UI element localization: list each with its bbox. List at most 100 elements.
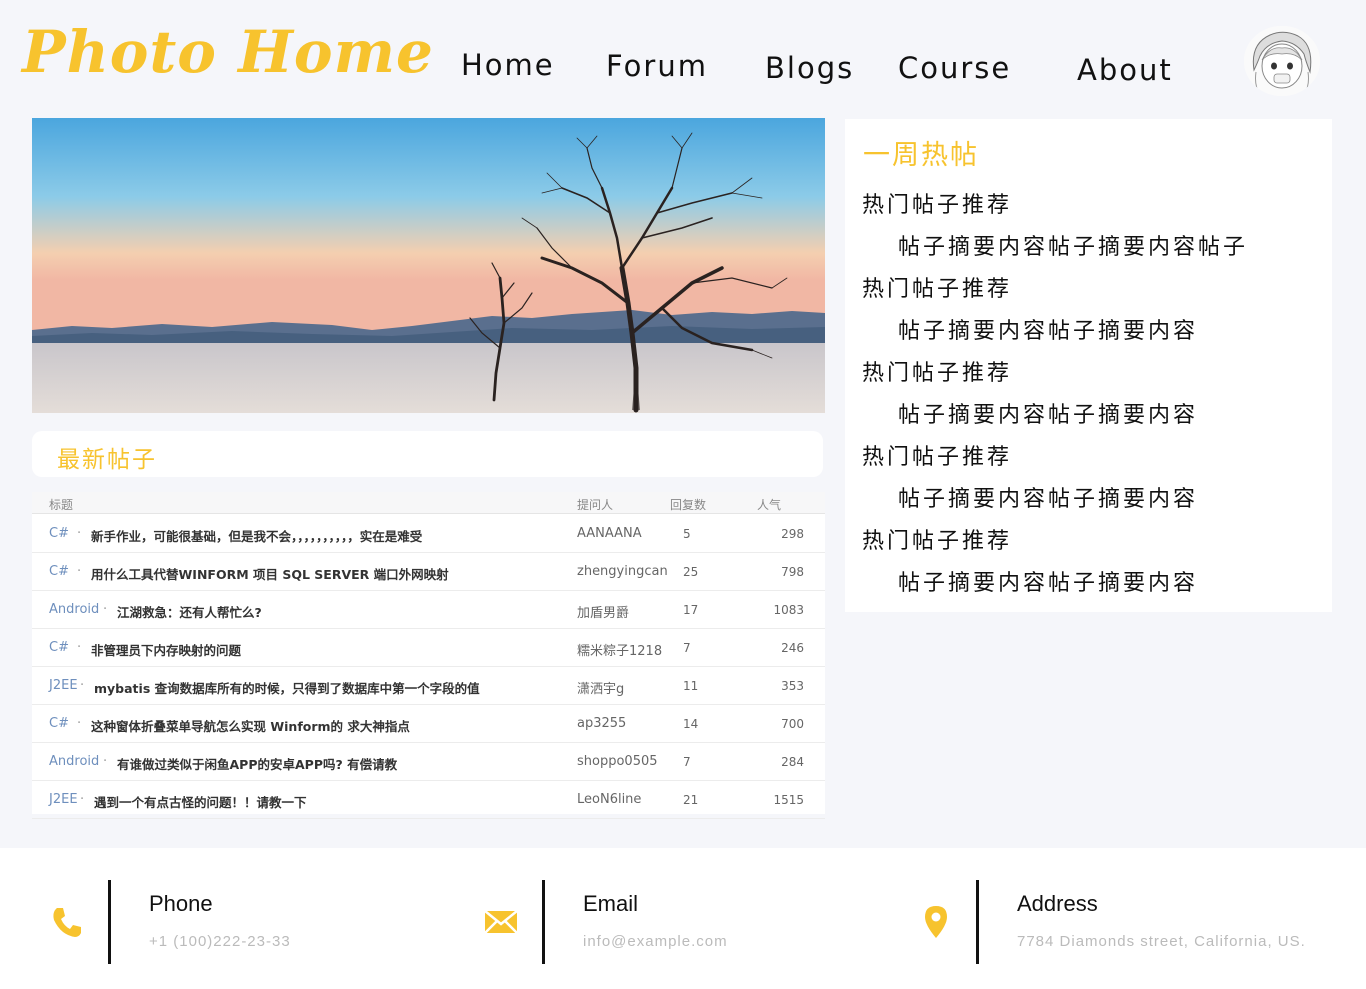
row-separator: · <box>77 564 82 579</box>
row-title[interactable]: 用什么工具代替WINFORM 项目 SQL SERVER 端口外网映射 <box>91 564 449 583</box>
phone-label: Phone <box>149 891 213 916</box>
col-replies: 回复数 <box>670 498 707 512</box>
row-separator: · <box>80 678 85 693</box>
hot-post-summary: 帖子摘要内容帖子摘要内容 <box>898 403 1199 428</box>
hot-post-heading[interactable]: 热门帖子推荐 <box>862 271 1012 303</box>
row-popularity: 298 <box>781 527 804 541</box>
row-popularity: 246 <box>781 641 804 655</box>
user-avatar[interactable] <box>1244 26 1320 96</box>
email-label: Email <box>583 891 639 916</box>
row-separator: · <box>77 716 82 731</box>
row-author[interactable]: 加盾男爵 <box>577 602 629 621</box>
row-popularity: 798 <box>781 565 804 579</box>
row-author[interactable]: LeoN6line <box>577 792 641 807</box>
row-author[interactable]: 糯米粽子1218 <box>577 640 662 659</box>
row-author[interactable]: zhengyingcan <box>577 564 668 579</box>
row-separator: · <box>77 640 82 655</box>
nav-course[interactable]: Course <box>898 51 1011 85</box>
address-value: 7784 Diamonds street, California, US. <box>1017 933 1306 950</box>
hot-posts-panel: 一周热帖 热门帖子推荐 帖子摘要内容帖子摘要内容帖子 热门帖子推荐 帖子摘要内容帖子摘… <box>845 119 1332 612</box>
nav-home[interactable]: Home <box>461 48 555 82</box>
row-popularity: 1515 <box>773 793 804 807</box>
hot-post-summary: 帖子摘要内容帖子摘要内容 <box>898 487 1199 512</box>
table-row[interactable]: Android · 江湖救急：还有人帮忙么? 加盾男爵 17 1083 <box>32 591 825 629</box>
hot-post-summary: 帖子摘要内容帖子摘要内容 <box>898 319 1199 344</box>
row-title[interactable]: 新手作业，可能很基础，但是我不会，，，，，，，，，，实在是难受 <box>91 526 422 545</box>
phone-value[interactable]: +1 (100)222-23-33 <box>149 933 291 950</box>
hot-post-heading[interactable]: 热门帖子推荐 <box>862 439 1012 471</box>
table-row[interactable]: C# · 非管理员下内存映射的问题 糯米粽子1218 7 246 <box>32 629 825 667</box>
row-popularity: 700 <box>781 717 804 731</box>
col-popularity: 人气 <box>757 498 782 512</box>
row-replies: 5 <box>683 527 691 541</box>
table-header: 标题 提问人 回复数 人气 <box>32 492 825 514</box>
row-replies: 17 <box>683 603 699 617</box>
row-category[interactable]: C# <box>49 640 69 655</box>
row-popularity: 1083 <box>773 603 804 617</box>
table-row[interactable]: J2EE · mybatis 查询数据库所有的时候，只得到了数据库中第一个字段的值 潇… <box>32 667 825 705</box>
hot-posts-title: 一周热帖 <box>863 140 979 171</box>
hot-posts-list: 热门帖子推荐 帖子摘要内容帖子摘要内容帖子 热门帖子推荐 帖子摘要内容帖子摘要内容 热门… <box>845 181 1332 601</box>
table-row[interactable]: C# · 用什么工具代替WINFORM 项目 SQL SERVER 端口外网映射 zh… <box>32 553 825 591</box>
row-separator: · <box>103 602 108 617</box>
row-category[interactable]: J2EE <box>49 678 78 693</box>
hot-post-heading[interactable]: 热门帖子推荐 <box>862 355 1012 387</box>
row-popularity: 284 <box>781 755 804 769</box>
hot-post-heading[interactable]: 热门帖子推荐 <box>862 523 1012 555</box>
row-replies: 14 <box>683 717 699 731</box>
row-separator: · <box>80 792 85 807</box>
row-category[interactable]: C# <box>49 526 69 541</box>
row-author[interactable]: shoppo0505 <box>577 754 658 769</box>
nav-blogs[interactable]: Blogs <box>765 51 854 85</box>
nav-forum[interactable]: Forum <box>606 49 708 83</box>
row-title[interactable]: 遇到一个有点古怪的问题！！请教一下 <box>94 792 307 811</box>
row-title[interactable]: mybatis 查询数据库所有的时候，只得到了数据库中第一个字段的值 <box>94 678 480 697</box>
row-separator: · <box>103 754 108 769</box>
hot-post-item[interactable]: 热门帖子推荐帖子摘要内容帖子摘要内容 <box>845 265 1332 349</box>
mail-icon <box>483 904 519 940</box>
latest-posts-header: 最新帖子 <box>32 431 823 477</box>
row-separator: · <box>77 526 82 541</box>
table-row[interactable]: J2EE · 遇到一个有点古怪的问题！！请教一下 LeoN6line 21 1515 <box>32 781 825 819</box>
row-category[interactable]: J2EE <box>49 792 78 807</box>
row-title[interactable]: 有谁做过类似于闲鱼APP的安卓APP吗? 有偿请教 <box>117 754 397 773</box>
hot-post-summary: 帖子摘要内容帖子摘要内容 <box>898 571 1199 596</box>
row-replies: 7 <box>683 755 691 769</box>
hot-post-item[interactable]: 热门帖子推荐帖子摘要内容帖子摘要内容 <box>845 349 1332 433</box>
row-title[interactable]: 江湖救急：还有人帮忙么? <box>117 602 262 621</box>
row-replies: 21 <box>683 793 699 807</box>
hot-post-item[interactable]: 热门帖子推荐帖子摘要内容帖子摘要内容 <box>845 433 1332 517</box>
row-title[interactable]: 这种窗体折叠菜单导航怎么实现 Winform的 求大神指点 <box>91 716 410 735</box>
row-author[interactable]: 潇洒宇g <box>577 678 624 697</box>
email-value[interactable]: info@example.com <box>583 933 728 950</box>
site-logo[interactable]: Photo Home <box>22 18 434 86</box>
nav-about[interactable]: About <box>1077 53 1173 87</box>
table-row[interactable]: C# · 这种窗体折叠菜单导航怎么实现 Winform的 求大神指点 ap3255 14… <box>32 705 825 743</box>
latest-posts-title: 最新帖子 <box>57 447 157 473</box>
avatar-illustration <box>1244 26 1320 96</box>
row-category[interactable]: Android <box>49 754 99 769</box>
row-author[interactable]: AANAANA <box>577 526 642 541</box>
email-divider <box>542 880 545 964</box>
table-row[interactable]: Android · 有谁做过类似于闲鱼APP的安卓APP吗? 有偿请教 shoppo0… <box>32 743 825 781</box>
row-replies: 7 <box>683 641 691 655</box>
address-divider <box>976 880 979 964</box>
col-title: 标题 <box>49 498 74 512</box>
latest-posts-table: 标题 提问人 回复数 人气 C# · 新手作业，可能很基础，但是我不会，，，，，，，… <box>32 492 825 819</box>
hot-post-heading[interactable]: 热门帖子推荐 <box>862 187 1012 219</box>
row-popularity: 353 <box>781 679 804 693</box>
row-replies: 11 <box>683 679 699 693</box>
footer: Phone +1 (100)222-23-33 Email info@examp… <box>0 848 1366 989</box>
hot-post-summary: 帖子摘要内容帖子摘要内容帖子 <box>898 235 1249 260</box>
hot-post-item[interactable]: 热门帖子推荐帖子摘要内容帖子摘要内容帖子 <box>845 181 1332 265</box>
row-category[interactable]: Android <box>49 602 99 617</box>
address-label: Address <box>1017 891 1098 916</box>
hot-post-item[interactable]: 热门帖子推荐帖子摘要内容帖子摘要内容 <box>845 517 1332 601</box>
phone-divider <box>108 880 111 964</box>
table-row[interactable]: C# · 新手作业，可能很基础，但是我不会，，，，，，，，，，实在是难受 AANAAN… <box>32 515 825 553</box>
row-title[interactable]: 非管理员下内存映射的问题 <box>91 640 241 659</box>
row-category[interactable]: C# <box>49 716 69 731</box>
row-category[interactable]: C# <box>49 564 69 579</box>
location-pin-icon <box>918 904 954 940</box>
row-author[interactable]: ap3255 <box>577 716 626 731</box>
